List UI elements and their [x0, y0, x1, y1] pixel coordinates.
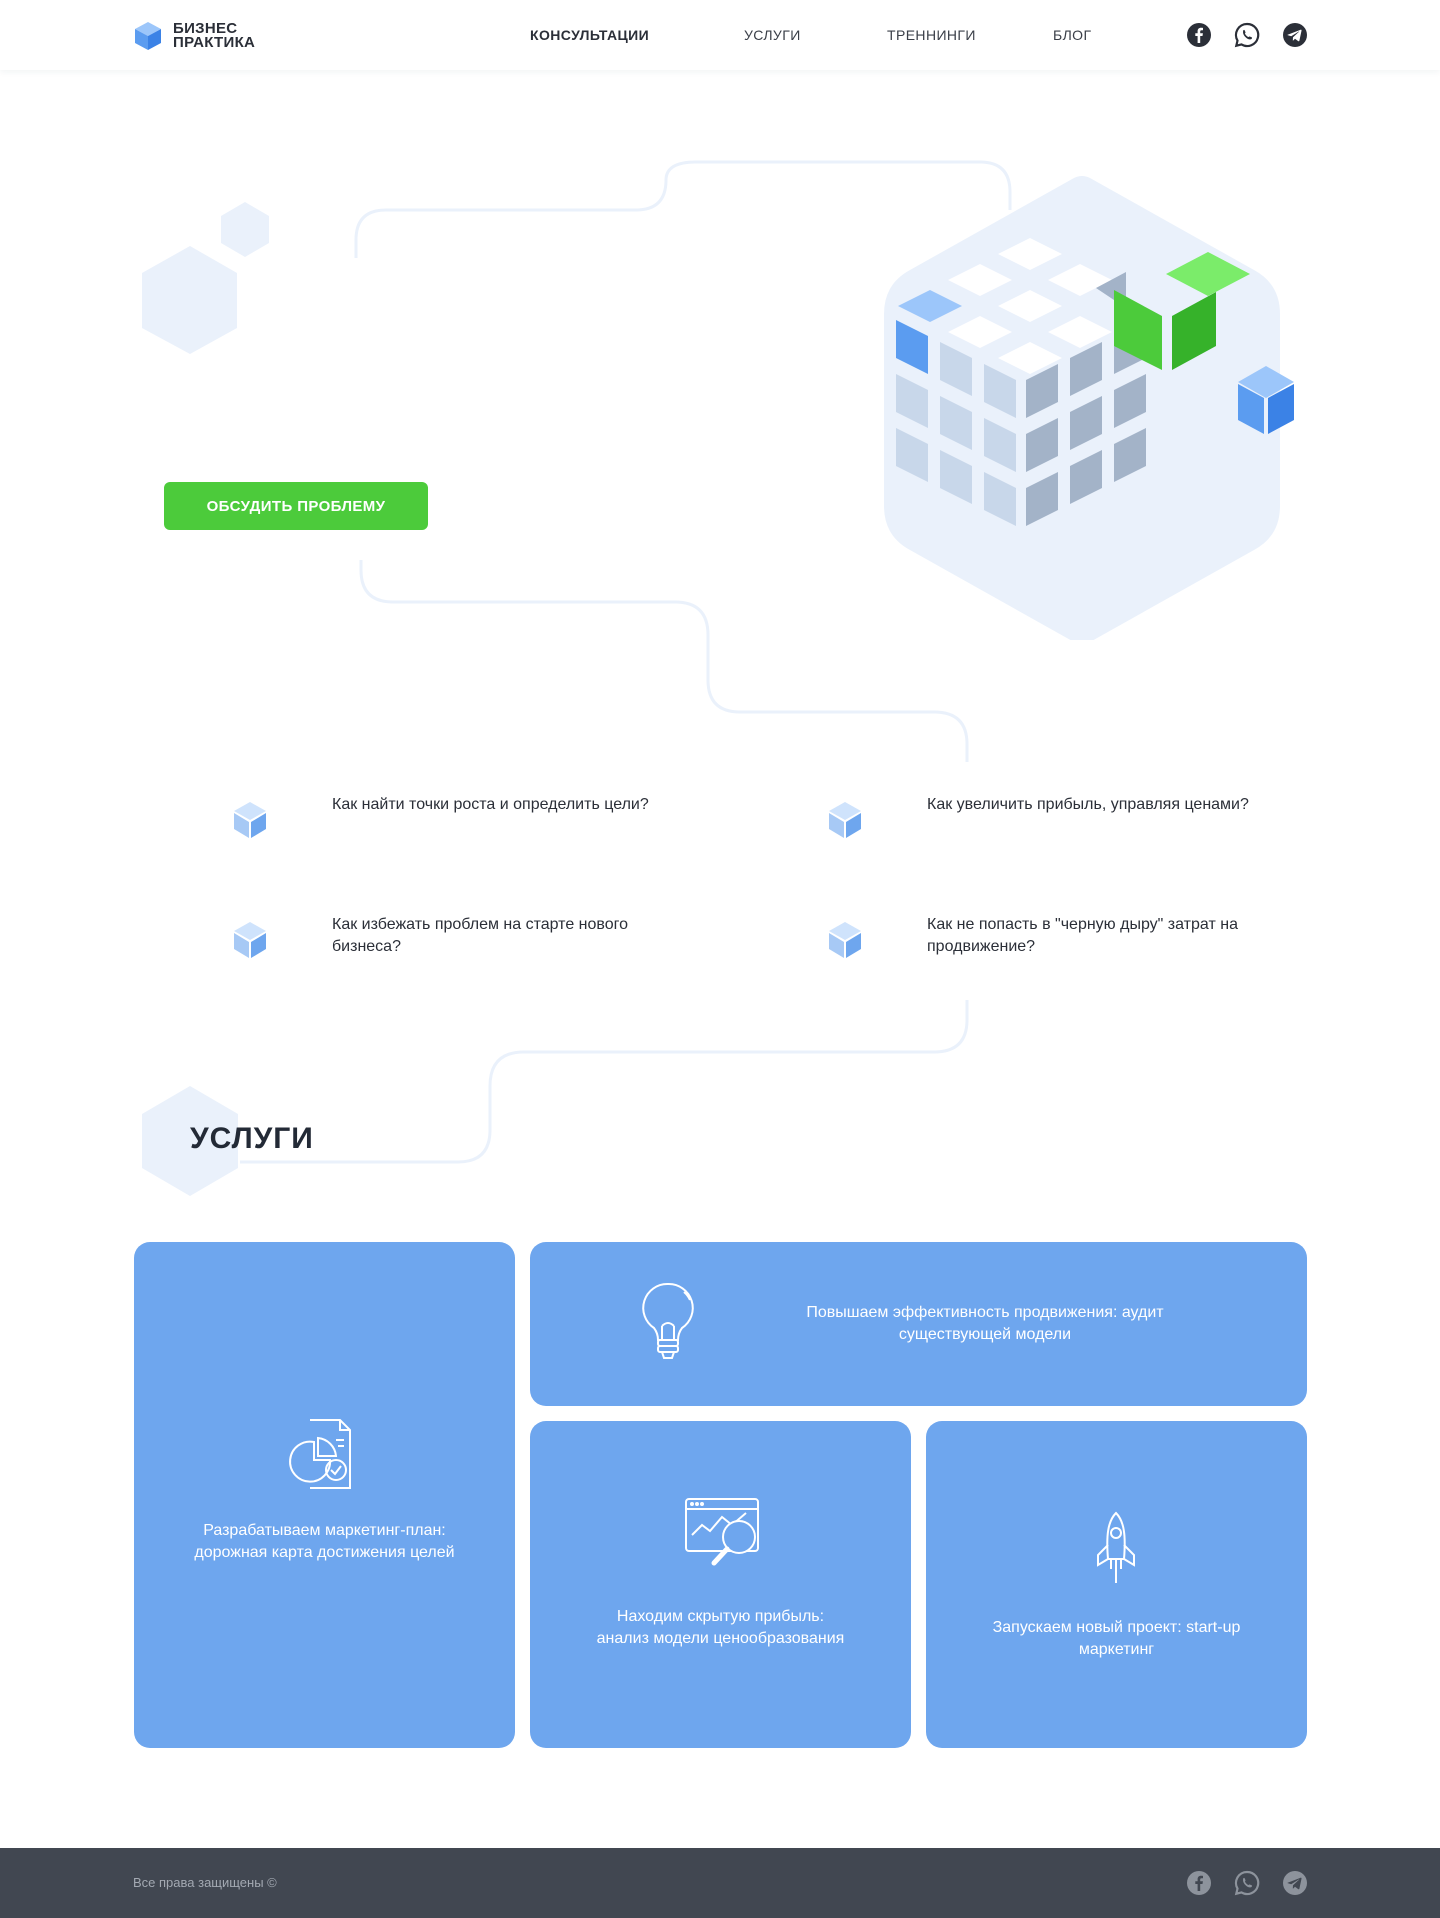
question-text: Как избежать проблем на старте нового би…: [332, 916, 629, 955]
report-chart-icon: [289, 1419, 351, 1489]
service-card-text: Повышаем эффективность продвижения: ауди…: [806, 1304, 1164, 1343]
analytics-search-icon: [685, 1498, 759, 1566]
telegram-icon[interactable]: [1282, 22, 1308, 48]
question-text: Как не попасть в "черную дыру" затрат на…: [927, 916, 1238, 955]
service-card-marketing-plan[interactable]: Разрабатываем маркетинг-план: дорожная к…: [134, 1242, 515, 1748]
facebook-icon[interactable]: [1186, 1870, 1212, 1896]
question-text: Как найти точки роста и определить цели?: [332, 796, 649, 813]
hexagon-decoration: [142, 246, 237, 354]
cube-logo-icon: [135, 22, 161, 50]
discuss-problem-button[interactable]: ОБСУДИТЬ ПРОБЛЕМУ: [164, 482, 428, 530]
cube-icon: [234, 922, 266, 958]
telegram-icon[interactable]: [1282, 1870, 1308, 1896]
lightbulb-icon: [642, 1282, 694, 1359]
logo[interactable]: БИЗНЕС ПРАКТИКА: [133, 20, 255, 52]
rocket-icon: [1097, 1511, 1135, 1583]
service-card-text: Разрабатываем маркетинг-план: дорожная к…: [194, 1522, 455, 1561]
site-footer: Все права защищены ©: [0, 1848, 1440, 1918]
site-header: БИЗНЕС ПРАКТИКА КОНСУЛЬТАЦИИ УСЛУГИ ТРЕН…: [0, 0, 1440, 70]
service-card-text: Находим скрытую прибыль: анализ модели ц…: [596, 1608, 845, 1647]
whatsapp-icon[interactable]: [1234, 22, 1260, 48]
cube-icon: [829, 802, 861, 838]
whatsapp-icon[interactable]: [1234, 1870, 1260, 1896]
logo-line2: ПРАКТИКА: [173, 34, 256, 51]
cube-illustration: [884, 176, 1294, 640]
cube-icon: [829, 922, 861, 958]
copyright-text: Все права защищены ©: [133, 1875, 277, 1890]
service-card-text: Запускаем новый проект: start-up маркети…: [992, 1619, 1241, 1658]
service-card-pricing-analysis[interactable]: Находим скрытую прибыль: анализ модели ц…: [530, 1421, 911, 1748]
services-title: УСЛУГИ: [190, 1122, 314, 1155]
nav-consultations[interactable]: КОНСУЛЬТАЦИИ: [530, 27, 649, 43]
hexagon-decoration: [221, 202, 269, 257]
nav-blog[interactable]: БЛОГ: [1053, 27, 1091, 43]
facebook-icon[interactable]: [1186, 22, 1212, 48]
nav-services[interactable]: УСЛУГИ: [744, 27, 801, 43]
service-card-promotion-audit[interactable]: Повышаем эффективность продвижения: ауди…: [530, 1242, 1307, 1406]
cube-icon: [234, 802, 266, 838]
service-card-startup[interactable]: Запускаем новый проект: start-up маркети…: [926, 1421, 1307, 1748]
nav-trainings[interactable]: ТРЕННИНГИ: [887, 27, 976, 43]
question-text: Как увеличить прибыль, управляя ценами?: [927, 796, 1249, 813]
logo-text: БИЗНЕС ПРАКТИКА: [173, 21, 256, 51]
